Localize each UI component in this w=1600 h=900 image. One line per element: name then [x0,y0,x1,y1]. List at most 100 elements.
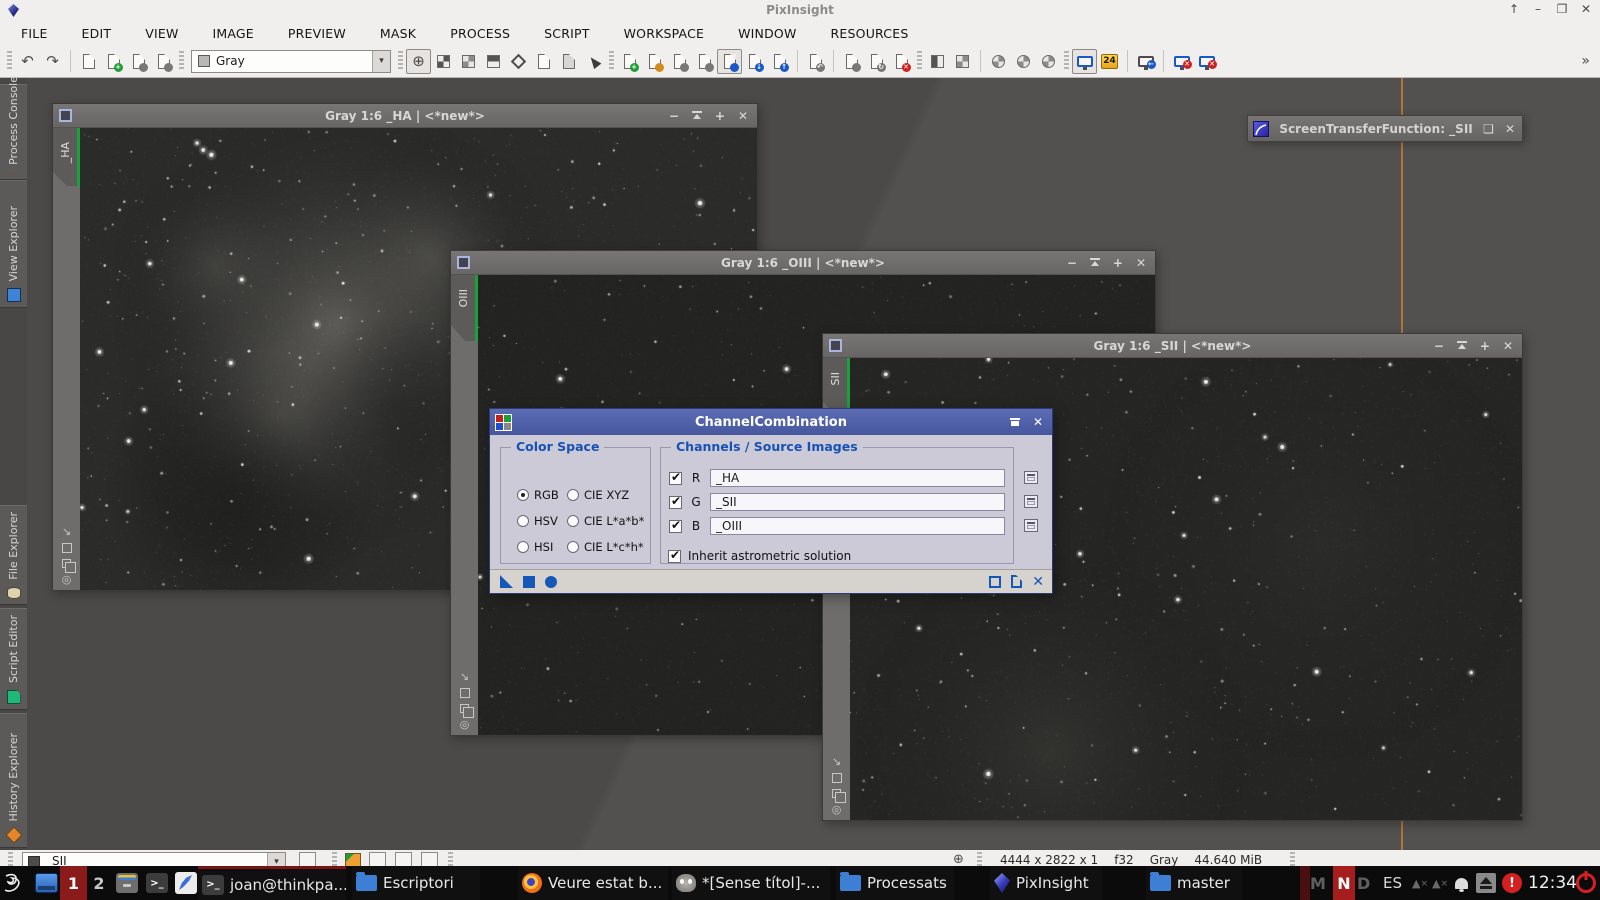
edit-doc-icon[interactable] [642,49,667,74]
minimize-icon[interactable]: − [1434,340,1444,352]
radio-cie-lab[interactable]: CIE L*a*b* [567,514,644,528]
radio-cie-xyz[interactable]: CIE XYZ [567,488,629,502]
app-minimize-icon[interactable]: – [1528,2,1548,16]
sidebar-item-script-editor[interactable]: Script Editor [0,608,27,710]
inherit-astrometric-checkbox[interactable]: Inherit astrometric solution [668,549,851,563]
preview-slot-2[interactable] [395,852,412,866]
zoom-corner-icon[interactable]: ↘ [62,526,71,537]
shade-icon[interactable] [692,111,702,120]
task-master[interactable]: master [1146,866,1242,900]
workspace-1-button[interactable]: 1 [60,866,87,900]
terminal-launcher-icon[interactable]: >_ [143,866,171,900]
dropdown-arrow-icon[interactable]: ▾ [267,853,285,866]
toolbar-grip[interactable] [1064,51,1069,71]
fit-view-icon[interactable] [431,49,456,74]
toolbar-grip[interactable] [917,51,922,71]
workspace-2-button[interactable]: 2 [88,866,110,900]
stf-window[interactable]: ScreenTransferFunction: _SII ❑ ✕ [1247,115,1523,142]
dialog-titlebar[interactable]: ChannelCombination ✕ [490,409,1052,435]
load-process-icon[interactable]: ↓ [742,49,767,74]
close-icon[interactable]: ✕ [738,110,748,122]
target-icon[interactable]: ◎ [832,804,842,815]
frame-icon[interactable] [62,543,72,553]
pointer-x-icon-2[interactable]: ▲× [1432,866,1448,900]
task-gimp[interactable]: *[Sense títol]-... [672,866,830,900]
toolbar-overflow-icon[interactable]: » [1581,53,1596,69]
frame-icon[interactable] [460,688,470,698]
undo-icon[interactable]: ↶ [15,49,40,74]
source-field-g[interactable]: _SII [710,493,1005,511]
undo-process-icon[interactable]: ↶ [803,49,828,74]
task-pixinsight[interactable]: PixInsight [990,866,1102,900]
maximize-icon[interactable]: + [1480,340,1490,352]
checkbox-r[interactable] [669,472,682,485]
menu-script[interactable]: SCRIPT [527,26,606,41]
mask-half-icon[interactable] [925,49,950,74]
preview-slot-1[interactable] [369,852,386,866]
window-titlebar[interactable]: Gray 1:6 _OIII | <*new*> − + ✕ [451,251,1155,275]
pointer-x-icon[interactable]: ▲× [1412,866,1428,900]
power-icon[interactable] [1576,866,1596,900]
copy-view-icon[interactable] [832,789,841,798]
bottom-view-selector[interactable]: _SII ▾ [22,852,286,866]
zoom-corner-icon[interactable]: ↘ [832,756,841,767]
select-view-button-b[interactable] [1024,519,1038,532]
process-history-icon[interactable]: ↻ [864,49,889,74]
doc-copy-icon[interactable] [667,49,692,74]
select-cursor-icon[interactable]: ▲ [581,49,606,74]
bottom-button[interactable] [299,852,316,866]
toolbar-grip[interactable] [1290,852,1295,866]
channel-combination-dialog[interactable]: ChannelCombination ✕ Color Space RGB CIE… [489,408,1053,594]
radio-cie-lch[interactable]: CIE L*c*h* [567,540,644,554]
radio-hsi[interactable]: HSI [517,540,553,554]
reset-icon[interactable]: ✕ [1032,575,1044,589]
alert-icon[interactable]: ! [1502,866,1522,900]
select-view-button-g[interactable] [1024,495,1038,508]
eject-tray-icon[interactable] [1476,866,1496,900]
close-icon[interactable]: ✕ [1503,340,1513,352]
read-out-icon[interactable]: ← [1133,49,1158,74]
shade-icon[interactable] [1457,341,1467,350]
task-terminal-joan[interactable]: >_ joan@thinkpa... [198,866,346,900]
close-icon[interactable]: ✕ [1136,257,1146,269]
mask-checker-x-icon[interactable] [950,49,975,74]
app-restore-icon[interactable]: ↑ [1504,2,1524,16]
window-titlebar[interactable]: Gray 1:6 _HA | <*new*> − + ✕ [53,104,757,128]
maximize-icon[interactable]: + [715,110,725,122]
menu-file[interactable]: FILE [4,26,65,41]
radio-hsv[interactable]: HSV [517,514,558,528]
menu-workspace[interactable]: WORKSPACE [607,26,722,41]
broadcast-off-icon[interactable]: ✕ [1169,49,1194,74]
stf-24bit-icon[interactable]: 24 [1097,49,1122,74]
clock[interactable]: 12:34 [1528,866,1577,900]
select-view-button-r[interactable] [1024,471,1038,484]
sidebar-item-view-explorer[interactable]: View Explorer [0,180,27,308]
sidebar-item-process-console[interactable]: Process Console [0,84,27,180]
source-field-b[interactable]: _OIII [710,517,1005,535]
source-field-r[interactable]: _HA [710,469,1005,487]
view-tab-ha[interactable]: _HA [53,128,80,186]
close-icon[interactable]: ✕ [1505,123,1515,135]
task-firefox[interactable]: Veure estat b... [518,866,668,900]
iconize-image-icon[interactable] [151,49,176,74]
app-maximize-icon[interactable]: ❐ [1552,2,1572,16]
toolbar-grip[interactable] [977,852,982,866]
menu-mask[interactable]: MASK [363,26,433,41]
pan-mode-icon[interactable]: ⊕ [406,49,431,74]
minimize-icon[interactable]: − [1067,257,1077,269]
apply-icon[interactable] [523,576,535,588]
color-swatch-icon[interactable] [345,853,361,866]
shade-icon[interactable] [1090,258,1100,267]
radio-rgb[interactable]: RGB [517,488,559,502]
sidebar-item-file-explorer[interactable]: File Explorer [0,505,27,605]
menu-image[interactable]: IMAGE [196,26,271,41]
menu-resources[interactable]: RESOURCES [814,26,926,41]
page-next-icon[interactable] [556,49,581,74]
page-prev-icon[interactable] [531,49,556,74]
frame-icon[interactable] [832,773,842,783]
copy-view-icon[interactable] [460,704,469,713]
target-icon[interactable]: ◎ [460,719,470,730]
zoom-to-fit-icon[interactable] [481,49,506,74]
bird-menu-icon[interactable] [2,866,30,900]
task-escriptori[interactable]: Escriptori [352,866,480,900]
